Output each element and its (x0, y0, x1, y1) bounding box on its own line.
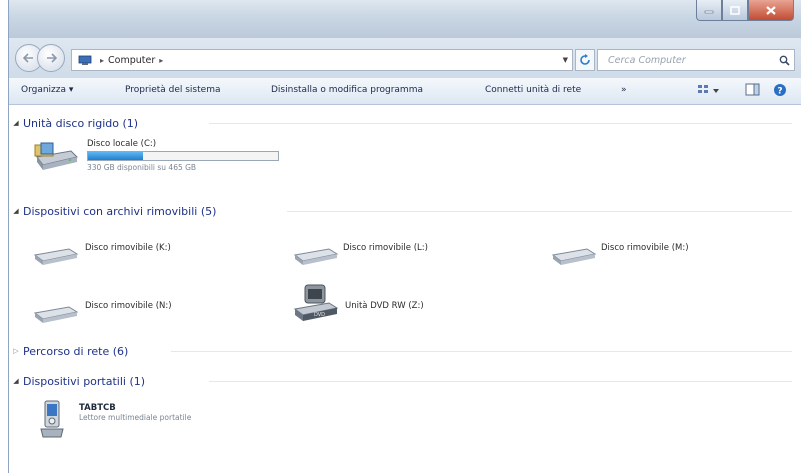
explorer-window: ▸ Computer ▸ ▼ Cerca Computer Organizza … (8, 0, 801, 473)
view-icon[interactable] (697, 83, 721, 97)
drive-c-label: Disco locale (C:) (87, 139, 157, 149)
drive-l-label: Disco rimovibile (L:) (343, 243, 428, 253)
search-placeholder: Cerca Computer (608, 54, 686, 66)
expanded-arrow-icon: ◢ (13, 377, 19, 385)
window-controls (696, 0, 794, 21)
breadcrumb-separator-icon: ▸ (100, 55, 105, 65)
address-row: ▸ Computer ▸ ▼ Cerca Computer (9, 38, 801, 78)
search-input[interactable]: Cerca Computer (597, 49, 795, 71)
group-network-title: Percorso di rete (6) (23, 344, 129, 358)
removable-drive-icon (33, 248, 79, 265)
minimize-icon (704, 10, 714, 14)
group-divider (287, 211, 792, 212)
address-bar[interactable]: ▸ Computer ▸ ▼ (71, 49, 573, 71)
drive-k[interactable]: Disco rimovibile (K:) (31, 239, 171, 269)
breadcrumb-computer[interactable]: Computer (108, 55, 155, 66)
svg-text:DVD: DVD (314, 312, 325, 318)
maximize-icon (730, 5, 740, 15)
group-removable-title: Dispositivi con archivi rimovibili (5) (23, 204, 217, 218)
device-tabtcb-label: TABTCB (79, 403, 116, 413)
svg-text:?: ? (777, 87, 782, 97)
group-divider (171, 351, 792, 352)
removable-drive-icon (551, 248, 597, 265)
drive-n-label: Disco rimovibile (N:) (85, 301, 172, 311)
refresh-icon (580, 54, 590, 65)
drive-z[interactable]: DVD Unità DVD RW (Z:) (291, 283, 424, 325)
group-portable[interactable]: ◢ Dispositivi portatili (1) (9, 373, 801, 389)
map-network-drive-button[interactable]: Connetti unità di rete (485, 85, 581, 95)
uninstall-program-button[interactable]: Disinstalla o modifica programma (271, 85, 423, 95)
drive-k-label: Disco rimovibile (K:) (85, 243, 171, 253)
drive-z-label: Unità DVD RW (Z:) (345, 301, 424, 311)
group-removable[interactable]: ◢ Dispositivi con archivi rimovibili (5) (9, 203, 801, 219)
drive-c-usage-fill (88, 152, 144, 160)
drive-c-usage-bar (87, 151, 279, 161)
close-icon (766, 5, 776, 15)
breadcrumb-separator-icon: ▸ (159, 55, 164, 65)
content-pane: ◢ Unità disco rigido (1) Disco locale (C… (9, 105, 801, 473)
chevron-down-icon[interactable]: ▼ (563, 56, 568, 64)
drive-l[interactable]: Disco rimovibile (L:) (291, 239, 428, 269)
group-portable-title: Dispositivi portatili (1) (23, 374, 146, 388)
drive-c-free-space: 330 GB disponibili su 465 GB (87, 163, 197, 172)
group-divider (209, 381, 792, 382)
close-button[interactable] (748, 0, 794, 21)
group-divider (209, 123, 792, 124)
forward-button[interactable] (37, 44, 65, 72)
collapsed-arrow-icon: ▷ (13, 347, 19, 355)
group-hard-disks[interactable]: ◢ Unità disco rigido (1) (9, 115, 801, 131)
minimize-button[interactable] (696, 0, 722, 21)
arrow-left-icon (23, 53, 33, 63)
group-network[interactable]: ▷ Percorso di rete (6) (9, 343, 801, 359)
title-bar[interactable] (9, 0, 801, 38)
hard-drive-icon (34, 142, 78, 170)
expanded-arrow-icon: ◢ (13, 207, 19, 215)
removable-drive-icon (293, 248, 339, 265)
organize-button[interactable]: Organizza ▾ (21, 85, 73, 95)
device-tabtcb-type: Lettore multimediale portatile (79, 413, 192, 422)
maximize-button[interactable] (722, 0, 748, 21)
drive-m-label: Disco rimovibile (M:) (601, 243, 689, 253)
group-hard-disks-title: Unità disco rigido (1) (23, 116, 139, 130)
drive-c[interactable]: Disco locale (C:) 330 GB disponibili su … (31, 139, 279, 173)
more-commands-button[interactable]: » (621, 85, 627, 95)
drive-n[interactable]: Disco rimovibile (N:) (31, 297, 172, 327)
help-icon[interactable]: ? (773, 83, 787, 97)
removable-drive-icon (33, 306, 79, 323)
system-properties-button[interactable]: Proprietà del sistema (125, 85, 220, 95)
preview-pane-icon[interactable] (745, 83, 761, 97)
refresh-button[interactable] (575, 49, 595, 71)
arrow-right-icon (47, 53, 57, 63)
device-tabtcb[interactable]: TABTCB Lettore multimediale portatile (39, 399, 191, 439)
dvd-drive-icon: DVD (293, 284, 339, 321)
computer-icon (78, 55, 92, 65)
portable-media-player-icon (40, 400, 64, 438)
expanded-arrow-icon: ◢ (13, 119, 19, 127)
command-bar: Organizza ▾ Proprietà del sistema Disins… (9, 78, 801, 105)
search-icon (779, 55, 790, 66)
drive-m[interactable]: Disco rimovibile (M:) (549, 239, 689, 269)
